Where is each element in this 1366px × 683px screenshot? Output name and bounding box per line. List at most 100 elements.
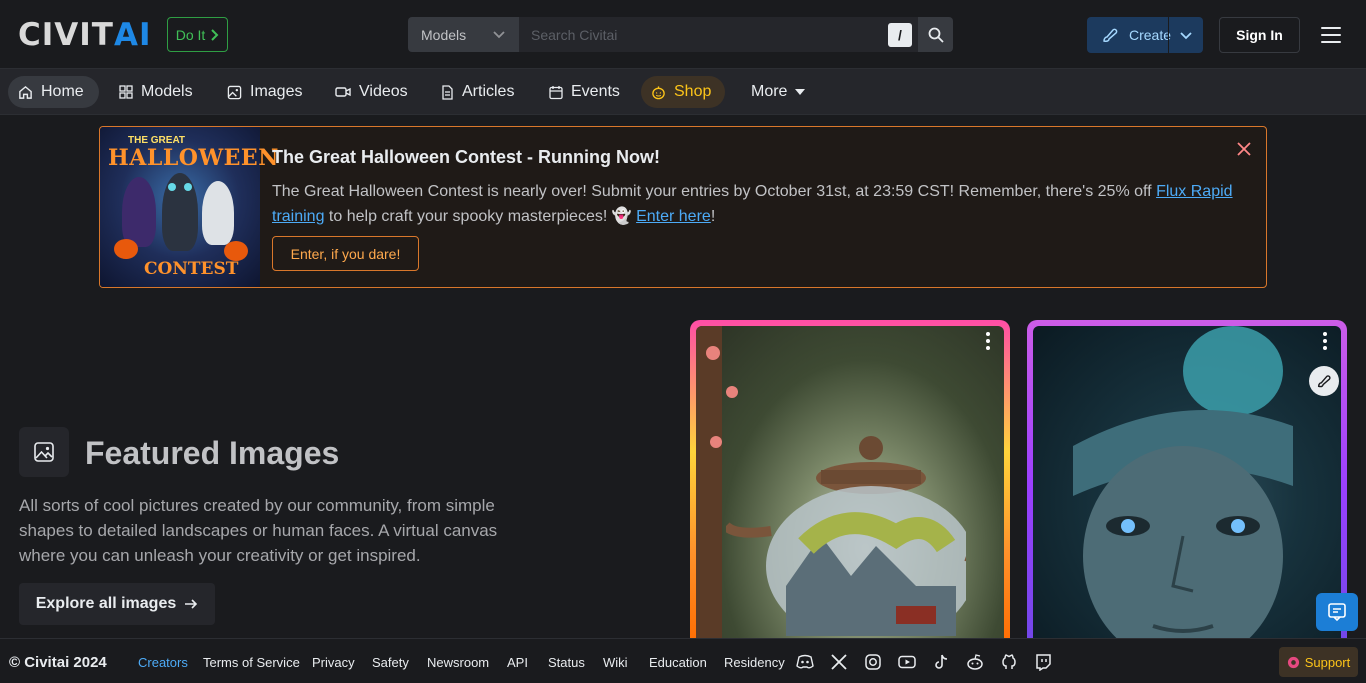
footer-link-creators[interactable]: Creators [138, 655, 188, 670]
video-icon [335, 87, 351, 97]
support-button[interactable]: Support [1279, 647, 1358, 677]
ghost-figure [202, 181, 234, 245]
footer-link-privacy[interactable]: Privacy [312, 655, 355, 670]
banner-text-part3: ! [710, 208, 716, 225]
chat-icon [1328, 603, 1346, 622]
nav-shop[interactable]: Shop [641, 76, 725, 108]
teapot-image[interactable] [696, 326, 1004, 644]
nav-shop-label: Shop [674, 83, 712, 100]
featured-images-description: All sorts of cool pictures created by ou… [19, 496, 498, 565]
create-divider [1168, 17, 1169, 53]
footer-link-newsroom[interactable]: Newsroom [427, 655, 489, 670]
nav-images-label: Images [250, 83, 303, 100]
x-icon[interactable] [830, 653, 848, 671]
image-icon [34, 442, 54, 462]
portrait-image[interactable] [1033, 326, 1341, 644]
chat-button[interactable] [1316, 593, 1358, 631]
nav-models-label: Models [141, 83, 193, 100]
search-shortcut-key: / [888, 23, 912, 47]
search-category-value: Models [421, 26, 467, 43]
lifebuoy-icon [1287, 656, 1299, 668]
civitai-logo[interactable]: CIVIT AI [18, 17, 152, 53]
nav-videos[interactable]: Videos [325, 76, 418, 108]
nav-events-label: Events [571, 83, 620, 100]
file-icon [442, 84, 453, 100]
blossom [726, 386, 738, 398]
do-it-button[interactable]: Do It [167, 17, 228, 52]
discord-icon[interactable] [796, 653, 814, 671]
search-icon [928, 27, 944, 43]
nav-more[interactable]: More [741, 76, 815, 108]
arrow-right-icon [185, 599, 198, 609]
enter-here-link[interactable]: Enter here [636, 208, 711, 225]
search-bar: Models Search Civitai / [408, 17, 953, 52]
youtube-icon[interactable] [898, 653, 916, 671]
nav-home-label: Home [41, 83, 84, 100]
footer-link-residency[interactable]: Residency [724, 655, 785, 670]
witch-figure [122, 177, 156, 247]
enter-contest-button[interactable]: Enter, if you dare! [272, 236, 419, 271]
face-illustration [1073, 410, 1293, 644]
nav-events[interactable]: Events [539, 76, 630, 108]
banner-text-part2: to help craft your spooky masterpieces! … [324, 208, 637, 225]
chevron-right-icon [211, 28, 219, 41]
more-options-icon[interactable] [986, 332, 992, 353]
top-header: CIVIT AI Do It Models Search Civitai / Cr… [0, 0, 1366, 69]
calendar-icon [549, 85, 563, 99]
search-button[interactable] [918, 17, 953, 52]
nav-articles-label: Articles [462, 83, 515, 100]
featured-images-icon [19, 427, 69, 477]
banner-text-part1: The Great Halloween Contest is nearly ov… [272, 183, 1157, 200]
featured-image-card[interactable] [1027, 320, 1347, 650]
sign-in-button[interactable]: Sign In [1219, 17, 1300, 53]
footer-link-status[interactable]: Status [548, 655, 585, 670]
pumpkin-icon [652, 85, 665, 99]
more-options-icon[interactable] [1323, 332, 1329, 353]
blossom [706, 346, 720, 360]
footer-link-education[interactable]: Education [649, 655, 707, 670]
pumpkin-right [224, 241, 248, 261]
contest-banner-image: THE GREAT HALLOWEEN CONTEST [100, 127, 278, 287]
footer-link-terms[interactable]: Terms of Service [203, 655, 300, 670]
footer-link-safety[interactable]: Safety [372, 655, 409, 670]
nav-videos-label: Videos [359, 83, 408, 100]
instagram-icon[interactable] [864, 653, 882, 671]
support-label: Support [1304, 654, 1351, 670]
create-chevron-down-icon[interactable] [1179, 28, 1193, 42]
nav-home[interactable]: Home [8, 76, 99, 108]
footer: © Civitai 2024 Creators Terms of Service… [0, 638, 1366, 683]
banner-image-line2: HALLOWEEN [108, 145, 279, 171]
featured-image-card[interactable] [690, 320, 1010, 650]
blossom [710, 436, 722, 448]
footer-link-wiki[interactable]: Wiki [603, 655, 628, 670]
create-label: Create [1129, 27, 1172, 43]
github-icon[interactable] [1000, 653, 1018, 671]
remix-badge[interactable] [1309, 366, 1339, 396]
twitch-icon[interactable] [1034, 653, 1052, 671]
teapot-illustration [726, 436, 966, 636]
brush-icon [1103, 28, 1118, 42]
nav-more-label: More [751, 83, 788, 100]
explore-all-images-button[interactable]: Explore all images [19, 583, 215, 625]
create-button[interactable]: Create [1087, 17, 1203, 53]
tiktok-icon[interactable] [932, 653, 950, 671]
featured-images-title: Featured Images [85, 435, 340, 471]
banner-text: The Great Halloween Contest is nearly ov… [272, 179, 1252, 229]
brush-icon [1317, 375, 1331, 388]
grid-icon [119, 85, 133, 99]
halloween-contest-banner: THE GREAT HALLOWEEN CONTEST The Great Ha… [99, 126, 1267, 288]
search-category-select[interactable]: Models [408, 17, 519, 52]
search-input[interactable]: Search Civitai / [519, 17, 918, 52]
menu-icon[interactable] [1321, 27, 1341, 43]
search-placeholder: Search Civitai [531, 26, 618, 43]
nav-images[interactable]: Images [217, 76, 312, 108]
logo-accent: AI [113, 17, 152, 53]
banner-image-line3: CONTEST [144, 259, 239, 279]
tree-trunk [696, 326, 722, 644]
footer-link-api[interactable]: API [507, 655, 528, 670]
main-nav: Home Models Images Videos Articles Event… [0, 69, 1366, 115]
nav-models[interactable]: Models [109, 76, 203, 108]
nav-articles[interactable]: Articles [431, 76, 524, 108]
reddit-icon[interactable] [966, 653, 984, 671]
close-icon[interactable] [1236, 141, 1252, 157]
